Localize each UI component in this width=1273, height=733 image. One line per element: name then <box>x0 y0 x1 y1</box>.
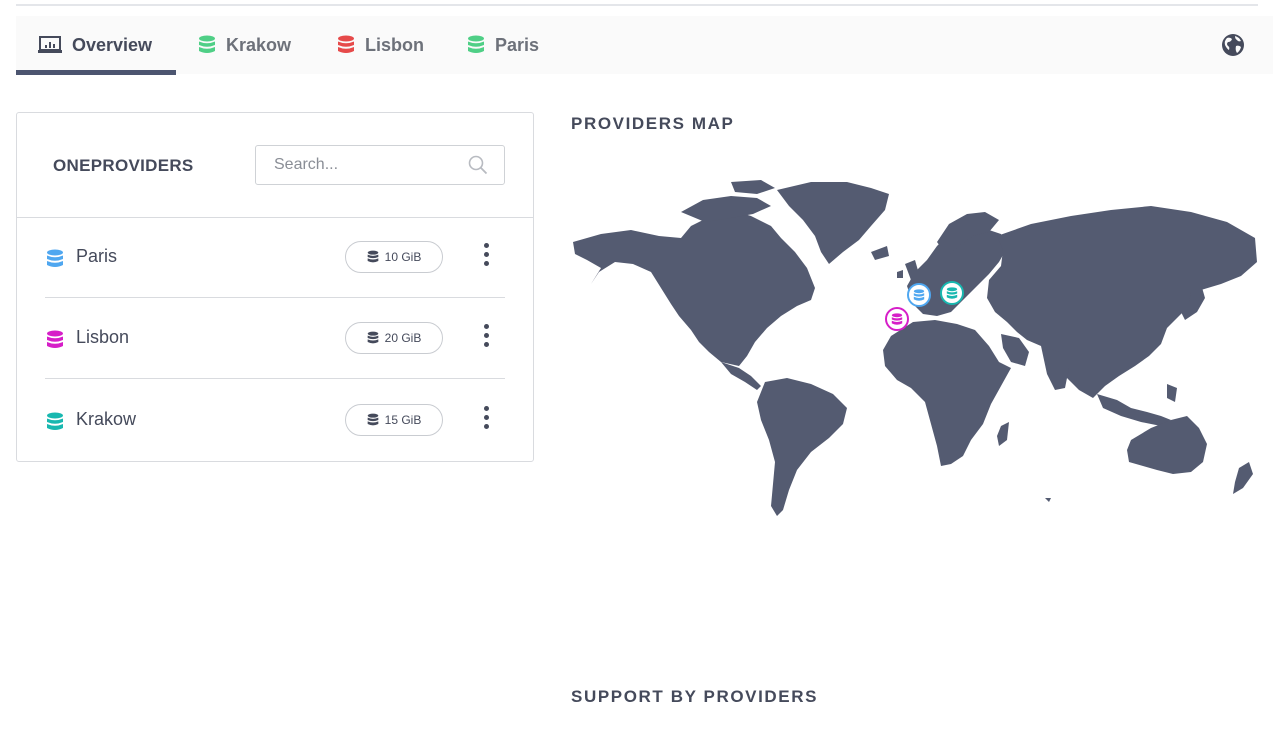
providers-map-title: PROVIDERS MAP <box>571 114 735 133</box>
map-marker-lisbon[interactable] <box>885 307 909 331</box>
oneproviders-panel: ONEPROVIDERS Paris 10 GiB <box>16 112 534 462</box>
support-size-badge[interactable]: 20 GiB <box>345 322 443 354</box>
database-icon <box>367 250 379 264</box>
more-options-icon[interactable] <box>475 243 497 271</box>
central-america-shape <box>721 362 761 390</box>
provider-row-lisbon[interactable]: Lisbon 20 GiB <box>45 298 505 379</box>
support-size: 15 GiB <box>384 413 422 427</box>
tab-paris[interactable]: Paris <box>467 16 539 74</box>
tab-label: Lisbon <box>365 34 424 55</box>
south-america-shape <box>757 378 847 516</box>
tab-bar: Overview Krakow Lisbon Paris <box>16 16 1273 75</box>
tab-label: Krakow <box>226 34 292 55</box>
database-icon <box>467 35 485 55</box>
search-input[interactable] <box>256 146 474 184</box>
database-icon <box>198 35 216 55</box>
support-size: 20 GiB <box>384 331 422 345</box>
support-size-badge[interactable]: 15 GiB <box>345 404 443 436</box>
world-map <box>573 180 1257 516</box>
database-icon <box>337 35 355 55</box>
panel-title: ONEPROVIDERS <box>53 156 194 175</box>
australia-shape <box>1127 416 1207 474</box>
africa-shape <box>883 320 1011 466</box>
map-marker-paris[interactable] <box>907 283 931 307</box>
database-icon <box>46 330 64 355</box>
provider-name: Paris <box>76 246 118 266</box>
provider-row-paris[interactable]: Paris 10 GiB <box>45 217 505 298</box>
database-icon <box>46 249 64 274</box>
database-icon <box>367 413 379 427</box>
tab-krakow[interactable]: Krakow <box>198 16 291 74</box>
active-tab-indicator <box>16 70 176 75</box>
support-by-providers-title: SUPPORT BY PROVIDERS <box>571 687 819 706</box>
provider-name: Krakow <box>76 409 137 429</box>
tab-label: Overview <box>72 34 153 55</box>
database-icon <box>367 331 379 345</box>
search-box <box>255 145 505 185</box>
tab-overview[interactable]: Overview <box>38 16 152 74</box>
panel-header: ONEPROVIDERS <box>17 113 533 218</box>
support-size: 10 GiB <box>384 250 422 264</box>
search-icon[interactable] <box>468 155 488 180</box>
globe-icon[interactable] <box>1221 33 1245 62</box>
provider-row-krakow[interactable]: Krakow 15 GiB <box>45 380 505 460</box>
north-america-shape <box>573 210 815 366</box>
tab-lisbon[interactable]: Lisbon <box>337 16 424 74</box>
more-options-icon[interactable] <box>475 406 497 434</box>
more-options-icon[interactable] <box>475 324 497 352</box>
provider-name: Lisbon <box>76 327 130 347</box>
support-size-badge[interactable]: 10 GiB <box>345 241 443 273</box>
database-icon <box>46 412 64 437</box>
tab-label: Paris <box>495 34 540 55</box>
map-marker-krakow[interactable] <box>940 281 964 305</box>
asia-shape <box>987 206 1257 398</box>
top-divider <box>16 4 1258 6</box>
overview-icon <box>38 35 62 55</box>
